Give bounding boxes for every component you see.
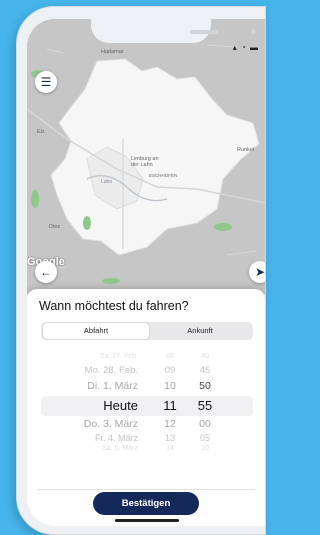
menu-icon: ☰ <box>40 75 52 89</box>
menu-button[interactable]: ☰ <box>35 71 57 93</box>
picker-hour: 10 <box>164 380 176 392</box>
picker-hour: 09 <box>164 365 176 376</box>
map-label-elz: Elz <box>37 129 45 135</box>
tab-abfahrt[interactable]: Abfahrt <box>43 323 149 339</box>
locate-button[interactable]: ➤ <box>249 261 265 283</box>
picker-minute: 05 <box>199 433 210 443</box>
status-icons: ▴ ◔ ▬ <box>232 43 259 52</box>
tab-ankunft[interactable]: Ankunft <box>149 323 251 339</box>
arrow-left-icon: ← <box>40 265 52 279</box>
picker-minute: 45 <box>199 365 211 376</box>
picker-hour: 13 <box>164 433 175 443</box>
picker-hour: 08 <box>166 353 174 360</box>
back-button[interactable]: ← <box>35 261 57 283</box>
map-label-eschhofen: ESCHHOFEN <box>149 173 178 178</box>
picker-day: Sa. 27. Feb. <box>99 353 138 360</box>
time-selection-sheet: Wann möchtest du fahren? Abfahrt Ankunft… <box>27 289 265 526</box>
picker-row[interactable]: Di. 1. März 10 50 <box>41 380 253 394</box>
picker-day: Do. 3. März <box>83 418 138 430</box>
picker-day: Heute <box>103 398 138 413</box>
picker-day: Mo. 28. Feb. <box>84 365 138 376</box>
map-label-diez: Diez <box>49 224 61 230</box>
screen: ▴ ◔ ▬ Hadamar Elz Runkel Limburg an der … <box>27 19 265 526</box>
confirm-button[interactable]: Bestätigen <box>93 492 199 515</box>
picker-hour: 11 <box>163 398 177 413</box>
sheet-title: Wann möchtest du fahren? <box>39 299 189 313</box>
picker-hour: 14 <box>166 445 174 452</box>
map-label-lahn: Lahn <box>101 179 113 185</box>
picker-day: Di. 1. März <box>87 380 138 392</box>
map-label-limburg: Limburg an der Lahn <box>131 156 159 168</box>
divider <box>37 489 255 490</box>
picker-day: Sa. 5. März <box>102 445 138 452</box>
picker-minute: 00 <box>199 418 211 430</box>
notch <box>91 19 256 43</box>
map-label-runkel: Runkel <box>237 147 255 153</box>
home-indicator <box>115 519 179 522</box>
phone-frame: ▴ ◔ ▬ Hadamar Elz Runkel Limburg an der … <box>16 6 266 535</box>
navigation-arrow-icon: ➤ <box>254 265 265 279</box>
picker-selected-row[interactable]: Heute 11 55 <box>41 398 253 414</box>
picker-row[interactable]: Sa. 5. März 14 10 <box>41 445 253 453</box>
picker-hour: 12 <box>164 418 176 430</box>
picker-minute: 10 <box>201 445 209 452</box>
mode-segmented-control: Abfahrt Ankunft <box>41 322 253 340</box>
picker-row[interactable]: Do. 3. März 12 00 <box>41 418 253 432</box>
picker-day: Fr. 4. März <box>94 433 138 443</box>
date-time-picker[interactable]: Sa. 27. Feb. 08 40 Mo. 28. Feb. 09 45 Di… <box>41 347 253 453</box>
map[interactable]: Hadamar Elz Runkel Limburg an der Lahn E… <box>27 19 265 294</box>
map-label-hadamar: Hadamar <box>101 49 124 55</box>
picker-minute: 55 <box>197 398 213 413</box>
picker-minute: 40 <box>201 353 209 360</box>
picker-row[interactable]: Mo. 28. Feb. 09 45 <box>41 365 253 379</box>
picker-minute: 50 <box>199 380 211 392</box>
